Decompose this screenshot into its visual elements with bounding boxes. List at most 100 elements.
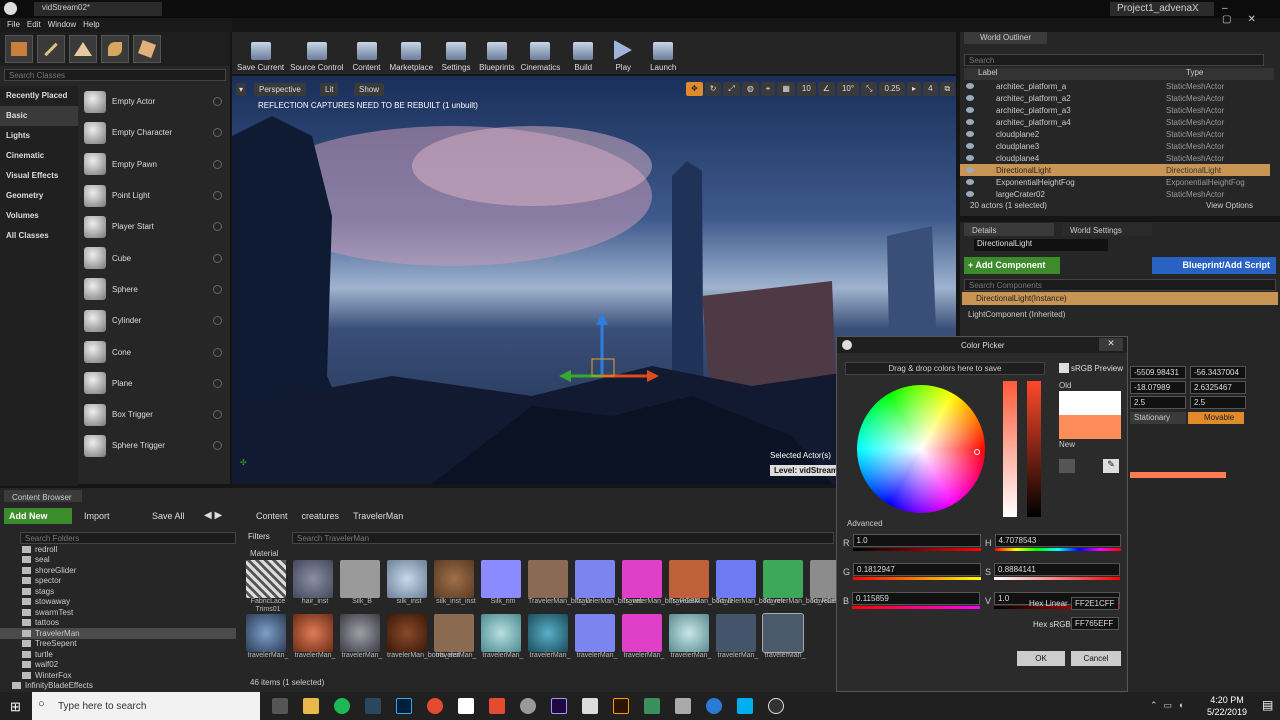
search-classes-input[interactable]: Search Classes [4, 69, 226, 81]
location-y-field[interactable]: -5509.98431 [1130, 366, 1186, 379]
folder-item[interactable]: redroll [0, 544, 236, 555]
clock-time[interactable]: 4:20 PM [1207, 695, 1247, 705]
saved-colors-strip[interactable]: Drag & drop colors here to save [845, 362, 1045, 375]
breadcrumb-content[interactable]: Content [256, 511, 288, 521]
place-mode-icon[interactable] [5, 35, 33, 63]
asset-tile[interactable]: TravelerMan_bod_nm [716, 560, 784, 614]
cancel-button[interactable]: Cancel [1071, 651, 1121, 666]
close-icon[interactable]: ✕ [1099, 338, 1123, 351]
help-icon[interactable] [213, 191, 222, 201]
menu-edit[interactable]: Edit [27, 20, 41, 29]
folder-item-selected[interactable]: TravelerMan [0, 628, 236, 639]
asset-tile[interactable]: hair_inst [293, 560, 337, 614]
eyedropper-icon[interactable]: ✎ [1103, 459, 1119, 473]
camera-speed-icon[interactable]: ▸ [907, 82, 922, 96]
place-item[interactable]: Empty Actor [80, 86, 228, 117]
place-item[interactable]: Sphere Trigger [80, 430, 228, 461]
asset-tile[interactable]: travelerMan_ [340, 614, 384, 660]
rotation-snap-value[interactable]: 10° [836, 82, 860, 96]
asset-tile[interactable]: TravelerMan_bod_D [669, 560, 733, 614]
scale-snap-value[interactable]: 0.25 [879, 82, 906, 96]
category-all-classes[interactable]: All Classes [0, 226, 78, 246]
marketplace-button[interactable]: Marketplace [387, 34, 437, 72]
b-slider[interactable] [852, 606, 981, 609]
asset-tile[interactable]: travelerMan_ [246, 614, 290, 660]
help-icon[interactable] [213, 410, 222, 420]
import-button[interactable]: Import [84, 511, 110, 521]
outliner-search-input[interactable]: Search [964, 54, 1264, 66]
table-row[interactable]: cloudplane4 StaticMeshActor [960, 152, 1270, 164]
asset-tile[interactable]: travelerMan_ [575, 614, 619, 660]
asset-tile[interactable]: silk_inst_inst [434, 560, 478, 614]
place-item[interactable]: Box Trigger [80, 399, 228, 430]
spotify-icon[interactable] [334, 698, 350, 714]
asset-tile[interactable]: travelerMan_ [669, 614, 713, 660]
visibility-eye-icon[interactable] [966, 179, 974, 185]
geometry-mode-icon[interactable] [133, 35, 161, 63]
visibility-eye-icon[interactable] [966, 155, 974, 161]
table-row[interactable]: architec_platform_a4 StaticMeshActor [960, 116, 1270, 128]
help-icon[interactable] [213, 253, 222, 263]
visibility-eye-icon[interactable] [966, 95, 974, 101]
system-tray-icons[interactable]: ⌃▭◖ [1150, 700, 1189, 711]
taskbar-search-box[interactable]: ○ Type here to search [32, 692, 260, 720]
h-field[interactable]: 4.7078543 [994, 534, 1121, 547]
category-lights[interactable]: Lights [0, 126, 78, 146]
rotate-icon[interactable]: ↻ [704, 82, 722, 96]
windows-start-icon[interactable]: ⊞ [10, 699, 21, 715]
show-button[interactable]: Show [354, 83, 385, 96]
clock-date[interactable]: 5/22/2019 [1202, 707, 1252, 717]
task-view-icon[interactable] [272, 698, 288, 714]
breadcrumb-travelerman[interactable]: TravelerMan [353, 511, 403, 521]
maximize-icon[interactable]: ⧉ [939, 82, 956, 96]
cinematics-button[interactable]: Cinematics [518, 34, 564, 72]
table-row-selected[interactable]: DirectionalLight DirectionalLight [960, 164, 1270, 176]
component-instance-row[interactable]: DirectionalLight(Instance) [962, 292, 1278, 305]
asset-tile[interactable]: TravelerMan_bits_RGBA [622, 560, 700, 614]
table-row[interactable]: architec_platform_a2 StaticMeshActor [960, 92, 1270, 104]
world-icon[interactable]: ◍ [741, 82, 759, 96]
zbrush-icon[interactable] [675, 698, 691, 714]
help-icon[interactable] [213, 97, 222, 107]
build-button[interactable]: Build [563, 34, 603, 72]
place-item[interactable]: Cylinder [80, 305, 228, 336]
help-icon[interactable] [213, 284, 222, 294]
category-cinematic[interactable]: Cinematic [0, 146, 78, 166]
world-outliner-tab[interactable]: World Outliner [964, 32, 1047, 44]
wheel-selector[interactable] [974, 449, 980, 455]
foliage-mode-icon[interactable] [101, 35, 129, 63]
grid-size-value[interactable]: 10 [796, 82, 816, 96]
scale-icon[interactable]: ⤢ [723, 82, 740, 96]
stationary-button[interactable]: Stationary [1130, 412, 1186, 424]
location-z-field[interactable]: -56.3437004 [1190, 366, 1246, 379]
visibility-eye-icon[interactable] [966, 167, 974, 173]
hex-linear-field[interactable]: FF2E1CFF [1071, 597, 1119, 610]
visibility-eye-icon[interactable] [966, 107, 974, 113]
folder-item[interactable]: tattoos [0, 618, 236, 629]
content-browser-tab[interactable]: Content Browser [4, 490, 82, 502]
folder-item[interactable]: swarmTest [0, 607, 236, 618]
scale-y-field[interactable]: 2.5 [1130, 396, 1186, 409]
b-field[interactable]: 0.115859 [852, 592, 981, 605]
add-new-button[interactable]: Add New [4, 508, 72, 524]
filters-button[interactable]: Filters [248, 532, 270, 541]
camera-speed-value[interactable]: 4 [923, 82, 938, 96]
grid-snap-icon[interactable]: ▦ [777, 82, 795, 96]
help-icon[interactable] [213, 378, 222, 388]
r-slider[interactable] [852, 548, 981, 551]
place-item[interactable]: Empty Pawn [80, 149, 228, 180]
asset-tile[interactable]: travelerMan_ [434, 614, 478, 660]
file-explorer-icon[interactable] [303, 698, 319, 714]
help-icon[interactable] [213, 222, 222, 232]
asset-tile[interactable]: Silk_nm [481, 560, 525, 614]
visibility-eye-icon[interactable] [966, 143, 974, 149]
search-folders-input[interactable]: Search Folders [20, 532, 236, 544]
place-item[interactable]: Point Light [80, 180, 228, 211]
folder-item[interactable]: InfinityBladeEffects [0, 681, 236, 692]
folder-item[interactable]: seal [0, 555, 236, 566]
play-button[interactable]: Play [603, 34, 643, 72]
menu-help[interactable]: Help [83, 20, 99, 29]
category-recently-placed[interactable]: Recently Placed [0, 86, 78, 106]
hex-srgb-field[interactable]: FF765EFF [1071, 617, 1119, 630]
g-slider[interactable] [853, 577, 981, 580]
